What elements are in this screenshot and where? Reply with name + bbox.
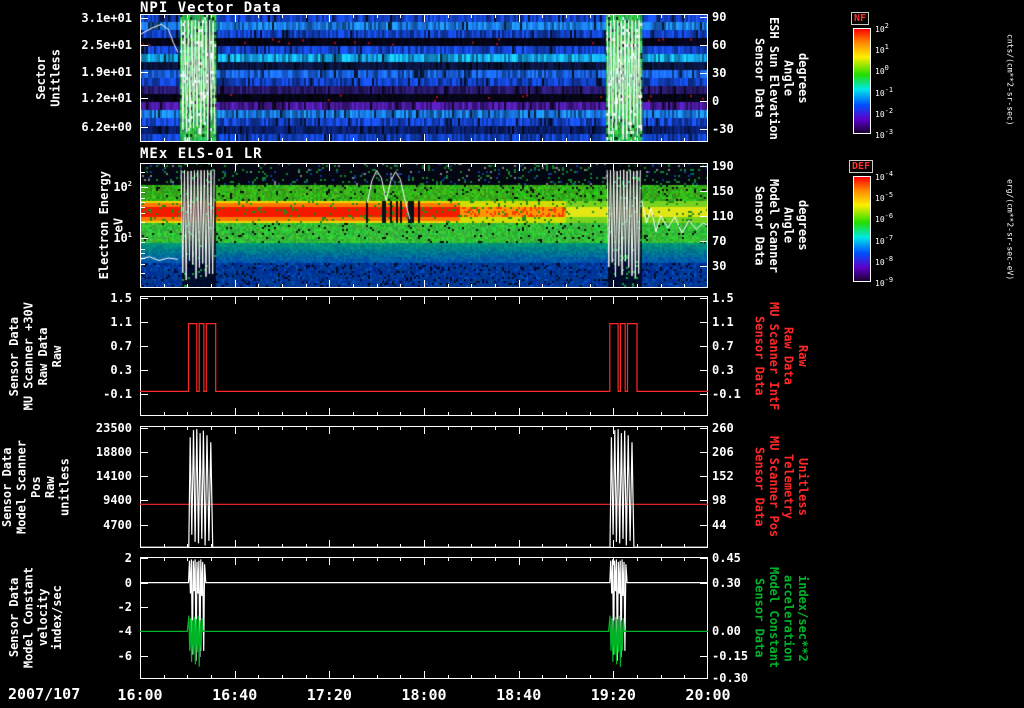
y-tick-label: 0 [712, 94, 720, 109]
y-tick-label: 18800 [95, 444, 132, 459]
y-tick-label: 1.5 [110, 291, 132, 306]
date-label: 2007/107 [8, 685, 81, 703]
x-tick-label: 19:20 [590, 686, 636, 704]
y-tick-label: 0.7 [110, 339, 132, 354]
y-tick-label: 3.1e+01 [81, 10, 132, 25]
panel4-right-axis-label: Sensor Data MU Scanner Pos Telemetry Uni… [750, 426, 812, 548]
y-tick-label: 90 [712, 9, 727, 24]
y-tick-label: 206 [712, 444, 734, 459]
panel3-right-axis-label-text: Sensor Data MU Scanner IntF Raw Data Raw [752, 301, 810, 411]
x-tick-label: 16:00 [117, 686, 163, 704]
y-tick-label: 0 [124, 575, 132, 590]
y-tick-label: 110 [712, 208, 734, 223]
plot-frame [140, 14, 708, 142]
colorbar-nf-unit-text: cnts/(cm**2-sr-sec) [1005, 34, 1015, 126]
y-tick-label: 1.1 [110, 315, 132, 330]
y-tick-label: -4 [117, 624, 132, 639]
plot-frame [140, 557, 708, 679]
y-tick-label: -0.1 [103, 387, 132, 402]
y-tick-label: 98 [712, 493, 727, 508]
y-tick-label: 101 [113, 231, 132, 245]
y-tick-label: 44 [712, 517, 727, 532]
y-tick-label: -0.15 [712, 648, 749, 663]
colorbar-tick-label: 10-9 [875, 276, 894, 288]
colorbar-def-unit-text: erg/(cm**2-sr-sec-eV) [1005, 179, 1015, 281]
data-line [140, 323, 708, 393]
data-line [140, 615, 708, 667]
panel3-right-axis-label: Sensor Data MU Scanner IntF Raw Data Raw [750, 296, 812, 416]
plot-frame [140, 296, 708, 416]
y-tick-label: 1.1 [712, 315, 734, 330]
colorbar-tick-label: 10-6 [875, 212, 894, 225]
x-tick-label: 18:40 [496, 686, 542, 704]
colorbar-tick-label: 100 [875, 64, 889, 77]
y-tick-label: 0.00 [712, 624, 741, 639]
colorbar-nf-title: NF [851, 12, 870, 25]
colorbar-tick-label: 10-8 [875, 254, 894, 267]
plot-frame [140, 163, 708, 288]
panel1-right-axis-label-text: Sensor Data ESH Sun Elevation Angle degr… [752, 16, 810, 140]
colorbar-tick-label: 10-5 [875, 191, 894, 204]
y-tick-label: 150 [712, 183, 734, 198]
colorbar-def [853, 176, 871, 282]
colorbar-tick-label: 102 [875, 22, 889, 34]
y-tick-label: -0.1 [712, 387, 741, 402]
y-tick-label: 4700 [103, 517, 132, 532]
panel2-right-axis-label-text: Sensor Data Model Scanner Angle degrees [752, 178, 810, 273]
y-tick-label: 14100 [95, 469, 132, 484]
panel2-right-axis-label: Sensor Data Model Scanner Angle degrees [750, 158, 812, 293]
colorbar-tick-label: 10-7 [875, 233, 894, 246]
y-tick-label: 1.2e+01 [81, 91, 132, 106]
y-tick-label: 152 [712, 469, 734, 484]
x-tick-label: 16:40 [212, 686, 258, 704]
colorbar-def-title: DEF [849, 160, 874, 173]
colorbar-tick-label: 10-1 [875, 85, 894, 98]
panel4-right-axis-label-text: Sensor Data MU Scanner Pos Telemetry Uni… [752, 436, 810, 538]
colorbar-tick-label: 10-2 [875, 106, 894, 119]
y-tick-label: 0.3 [110, 363, 132, 378]
y-tick-label: 30 [712, 65, 727, 80]
y-tick-label: 0.3 [712, 363, 734, 378]
y-tick-label: 0.7 [712, 339, 734, 354]
y-tick-label: 102 [113, 179, 132, 194]
y-tick-label: 6.2e+00 [81, 119, 132, 134]
y-tick-label: -6 [117, 648, 132, 663]
colorbar-def-unit: erg/(cm**2-sr-sec-eV) [998, 160, 1020, 300]
y-tick-label: 1.5 [712, 291, 734, 306]
y-tick-label: -0.30 [712, 670, 749, 685]
x-tick-label: 18:00 [401, 686, 447, 704]
y-tick-label: 0.30 [712, 575, 741, 590]
data-line [140, 429, 708, 548]
y-tick-label: 2.5e+01 [81, 37, 132, 52]
y-tick-label: 0.45 [712, 551, 741, 566]
panel2-title: MEx ELS-01 LR [140, 146, 263, 162]
panel1-right-axis-label: Sensor Data ESH Sun Elevation Angle degr… [750, 8, 812, 148]
x-tick-label: 20:00 [685, 686, 731, 704]
y-tick-label: 70 [712, 233, 727, 248]
plot-frame [140, 426, 708, 548]
panel5-right-axis-label: Sensor Data Model Constant acceleration … [750, 557, 812, 679]
x-tick-label: 17:20 [306, 686, 352, 704]
y-tick-label: -2 [117, 600, 132, 615]
colorbar-tick-label: 10-4 [875, 170, 894, 182]
colorbar-nf-unit: cnts/(cm**2-sr-sec) [998, 10, 1020, 150]
y-tick-label: 1.9e+01 [81, 64, 132, 79]
colorbar-nf [853, 28, 871, 134]
y-tick-label: 23500 [95, 421, 132, 436]
y-tick-label: 30 [712, 258, 727, 273]
y-tick-label: 60 [712, 37, 727, 52]
colorbar-tick-label: 101 [875, 43, 889, 56]
y-tick-label: -30 [712, 122, 734, 137]
y-tick-label: 190 [712, 158, 734, 173]
y-tick-label: 9400 [103, 493, 132, 508]
y-tick-label: 260 [712, 421, 734, 436]
y-tick-label: 2 [124, 551, 132, 566]
panel5-right-axis-label-text: Sensor Data Model Constant acceleration … [752, 567, 810, 669]
colorbar-tick-label: 10-3 [875, 128, 894, 140]
